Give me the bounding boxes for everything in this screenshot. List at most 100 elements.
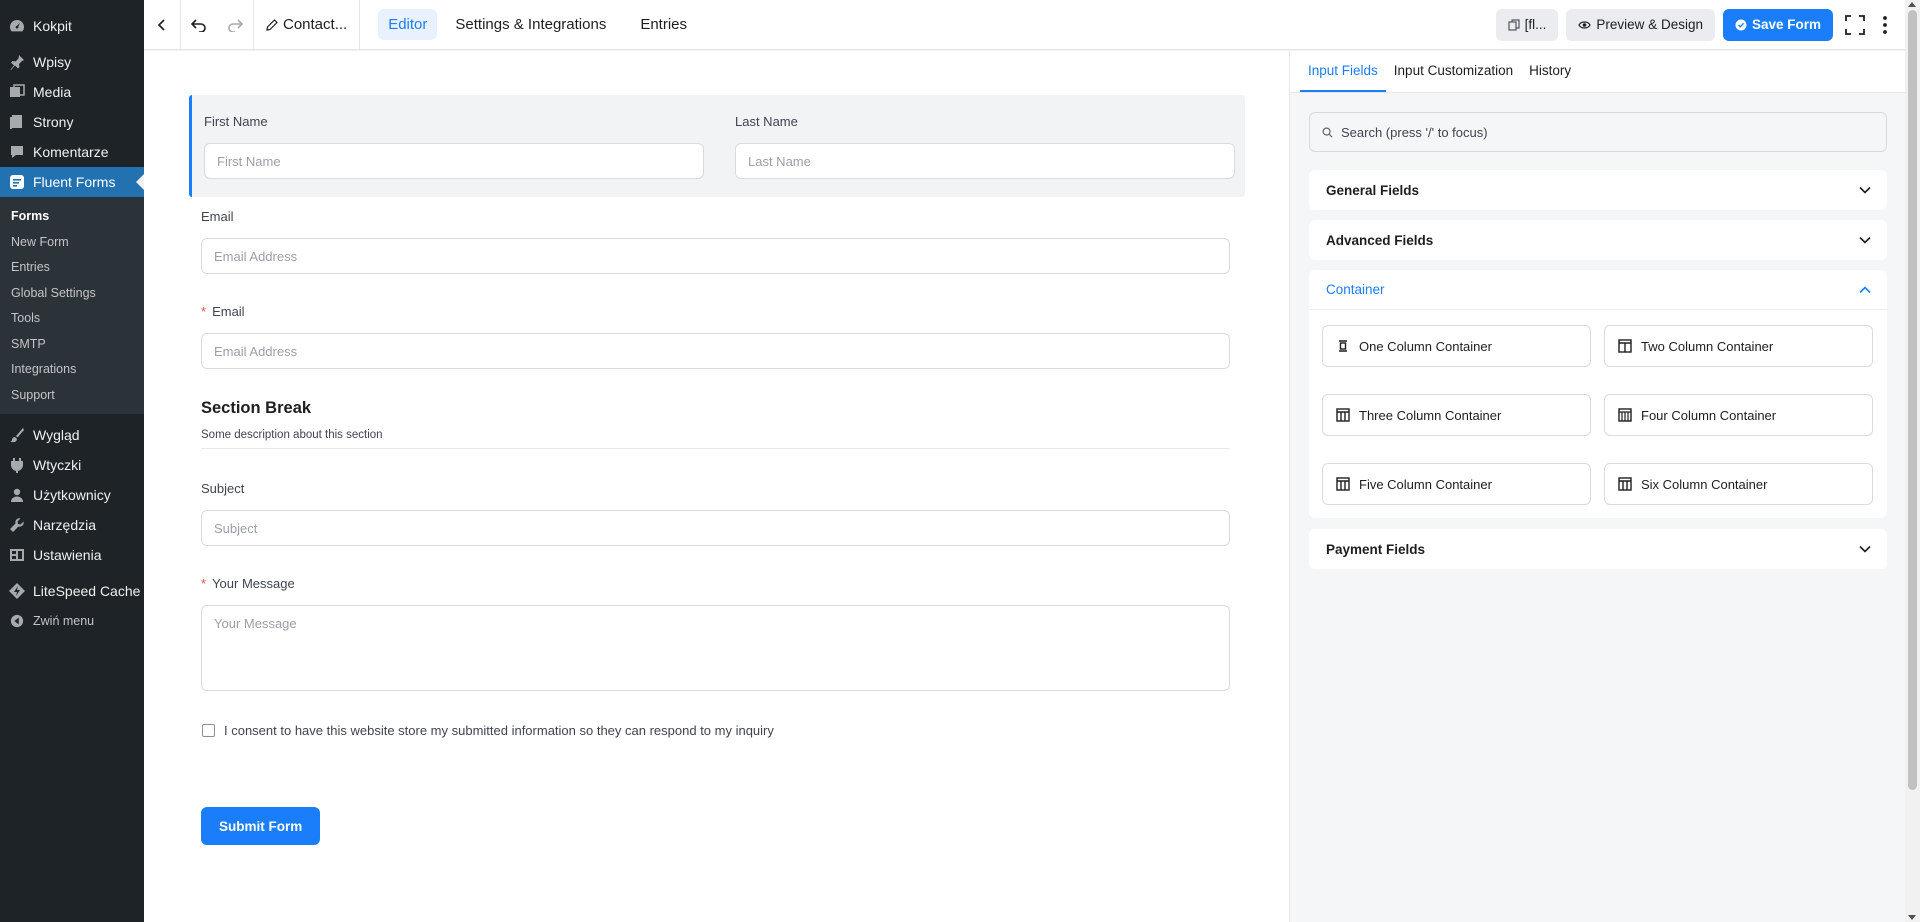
tab-editor[interactable]: Editor — [378, 9, 438, 40]
redo-icon — [228, 18, 243, 32]
container-label: Two Column Container — [1641, 338, 1774, 354]
three-column-container-button[interactable]: Three Column Container — [1322, 394, 1591, 436]
message-label: * Your Message — [201, 576, 295, 591]
field-search-input[interactable]: Search (press '/' to focus) — [1309, 112, 1887, 152]
sidebar-item-fluent-forms[interactable]: Fluent Forms — [0, 167, 144, 197]
shortcode-button[interactable]: [fl... — [1495, 8, 1559, 41]
message-textarea[interactable]: Your Message — [201, 605, 1230, 691]
sidebar-item-uzytkownicy[interactable]: Użytkownicy — [0, 480, 144, 510]
sidebar-item-litespeed[interactable]: LiteSpeed Cache — [0, 576, 144, 606]
sidebar-item-label: Wtyczki — [33, 457, 82, 473]
kebab-menu-icon — [1883, 15, 1887, 34]
sidebar-item-media[interactable]: Media — [0, 77, 144, 107]
tab-input-fields[interactable]: Input Fields — [1300, 51, 1386, 92]
submenu-item-new-form[interactable]: New Form — [0, 230, 144, 256]
sidebar-item-wyglad[interactable]: Wygląd — [0, 420, 144, 450]
sidebar-item-wtyczki[interactable]: Wtyczki — [0, 450, 144, 480]
submenu-item-smtp[interactable]: SMTP — [0, 332, 144, 358]
fullscreen-button[interactable] — [1841, 9, 1869, 41]
check-circle-icon — [1735, 19, 1747, 30]
save-form-button[interactable]: Save Form — [1722, 8, 1833, 41]
preview-design-button[interactable]: Preview & Design — [1566, 8, 1715, 41]
sidebar-item-label: LiteSpeed Cache — [33, 583, 141, 599]
save-form-label: Save Form — [1751, 17, 1821, 32]
two-column-container-button[interactable]: Two Column Container — [1604, 325, 1873, 367]
sidebar-item-wpisy[interactable]: Wpisy — [0, 47, 144, 77]
submenu-item-forms[interactable]: Forms — [0, 204, 144, 230]
five-column-container-button[interactable]: Five Column Container — [1322, 463, 1591, 505]
scroll-up-arrow-icon[interactable] — [1908, 2, 1916, 7]
form-editor-canvas: First Name First Name Last Name Last Nam… — [144, 51, 1289, 922]
payment-fields-title: Payment Fields — [1326, 541, 1426, 557]
tools-icon — [8, 516, 26, 534]
container-grid: One Column Container Two Column Containe… — [1309, 310, 1887, 518]
sidebar-item-ustawienia[interactable]: Ustawienia — [0, 540, 144, 570]
submenu-item-global-settings[interactable]: Global Settings — [0, 281, 144, 307]
three-column-icon — [1336, 408, 1350, 422]
general-fields-title: General Fields — [1326, 182, 1420, 198]
sidebar-item-label: Media — [33, 84, 72, 100]
sidebar-item-komentarze[interactable]: Komentarze — [0, 137, 144, 167]
undo-button[interactable] — [181, 0, 217, 50]
email-label: Email — [201, 209, 234, 224]
container-title: Container — [1326, 282, 1385, 297]
sidebar-item-label: Strony — [33, 114, 74, 130]
submenu-item-entries[interactable]: Entries — [0, 255, 144, 281]
redo-button[interactable] — [217, 0, 253, 50]
fullscreen-icon — [1845, 14, 1865, 35]
email-input[interactable]: Email Address — [201, 238, 1230, 274]
eye-icon — [1578, 20, 1592, 29]
tab-settings-integrations[interactable]: Settings & Integrations — [445, 9, 616, 40]
submenu-item-support[interactable]: Support — [0, 383, 144, 409]
submenu-item-integrations[interactable]: Integrations — [0, 357, 144, 383]
sidebar-item-label: Narzędzia — [33, 517, 97, 533]
sidebar-item-kokpit[interactable]: Kokpit — [0, 11, 144, 41]
back-button[interactable] — [144, 0, 180, 50]
shortcode-text: [fl... — [1524, 17, 1547, 32]
sidebar-item-label: Kokpit — [33, 18, 72, 34]
consent-text: I consent to have this website store my … — [224, 723, 774, 738]
advanced-fields-header[interactable]: Advanced Fields — [1309, 220, 1887, 260]
admin-sidebar: Kokpit Wpisy Media Strony Komentarze Flu… — [0, 0, 144, 922]
scrollbar-thumb[interactable] — [1908, 10, 1917, 790]
divider — [359, 0, 361, 50]
payment-fields-section: Payment Fields — [1309, 529, 1887, 569]
consent-checkbox-row[interactable]: I consent to have this website store my … — [202, 723, 774, 738]
tab-input-customization[interactable]: Input Customization — [1386, 51, 1521, 92]
tab-entries[interactable]: Entries — [630, 9, 697, 40]
payment-fields-header[interactable]: Payment Fields — [1309, 529, 1887, 569]
submit-form-button[interactable]: Submit Form — [201, 807, 321, 845]
four-column-container-button[interactable]: Four Column Container — [1604, 394, 1873, 436]
first-name-input[interactable]: First Name — [204, 143, 704, 179]
container-label: Three Column Container — [1359, 407, 1502, 423]
last-name-input[interactable]: Last Name — [735, 143, 1235, 179]
submenu-item-tools[interactable]: Tools — [0, 306, 144, 332]
chevron-left-icon — [157, 18, 165, 31]
page-scrollbar[interactable] — [1905, 0, 1920, 922]
container-section: Container One Column Container Two Colum… — [1309, 270, 1887, 518]
container-header[interactable]: Container — [1309, 270, 1887, 310]
email-required-input[interactable]: Email Address — [201, 333, 1230, 369]
subject-input[interactable]: Subject — [201, 510, 1230, 546]
sidebar-item-narzedzia[interactable]: Narzędzia — [0, 510, 144, 540]
name-fields-container[interactable]: First Name First Name Last Name Last Nam… — [189, 95, 1245, 197]
one-column-container-button[interactable]: One Column Container — [1322, 325, 1591, 367]
two-column-icon — [1618, 339, 1632, 353]
consent-checkbox[interactable] — [202, 724, 215, 737]
container-label: Four Column Container — [1641, 407, 1777, 423]
general-fields-header[interactable]: General Fields — [1309, 170, 1887, 210]
tab-history[interactable]: History — [1521, 51, 1579, 92]
required-asterisk: * — [201, 304, 207, 319]
five-column-icon — [1336, 477, 1350, 491]
scroll-down-arrow-icon[interactable] — [1908, 915, 1916, 920]
collapse-menu-button[interactable]: Zwiń menu — [0, 606, 144, 636]
panel-tabs: Input Fields Input Customization History — [1290, 51, 1905, 93]
undo-icon — [191, 18, 206, 32]
container-label: Six Column Container — [1641, 476, 1768, 492]
section-break-title: Section Break — [201, 399, 312, 417]
sidebar-item-strony[interactable]: Strony — [0, 107, 144, 137]
six-column-container-button[interactable]: Six Column Container — [1604, 463, 1873, 505]
more-options-button[interactable] — [1877, 9, 1893, 41]
email-required-label: * Email — [201, 304, 245, 319]
form-title[interactable]: Contact... — [254, 0, 359, 50]
